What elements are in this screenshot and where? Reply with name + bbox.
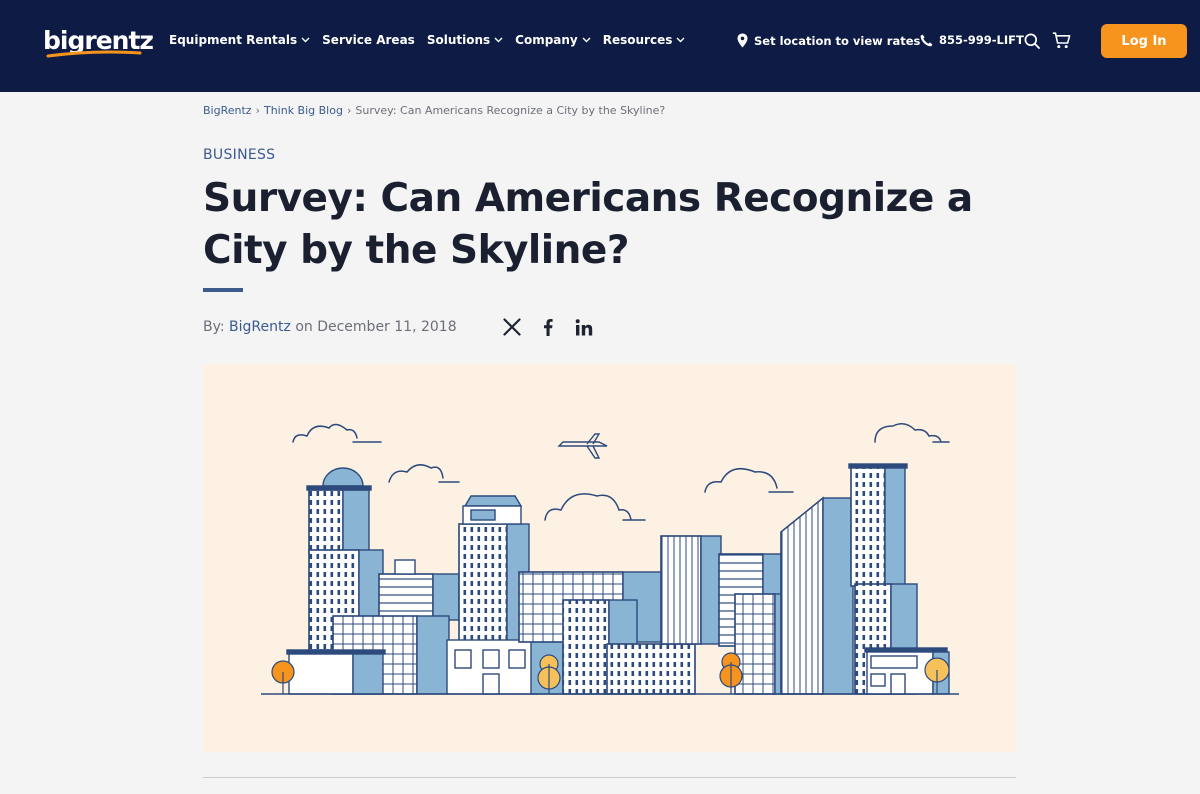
airplane-icon (557, 433, 608, 459)
share-x-button[interactable] (503, 318, 521, 336)
site-header: bigrentz Equipment Rentals Service Areas… (0, 0, 1200, 92)
main-nav: Equipment Rentals Service Areas Solution… (169, 33, 697, 47)
location-text: Set location to view rates (754, 33, 921, 48)
nav-resources[interactable]: Resources (603, 33, 686, 47)
x-icon (503, 318, 521, 336)
chevron-down-icon (301, 37, 310, 43)
breadcrumb: BigRentz › Think Big Blog › Survey: Can Amer… (203, 104, 665, 117)
set-location-link[interactable]: Set location to view rates (737, 33, 920, 48)
publish-date: December 11, 2018 (317, 319, 457, 335)
phone-icon (920, 34, 933, 46)
date-prefix: on (295, 319, 313, 335)
nav-label: Service Areas (322, 33, 415, 47)
breadcrumb-separator: › (346, 104, 352, 117)
hero-image (203, 364, 1016, 752)
byline-prefix: By: (203, 319, 225, 335)
breadcrumb-separator: › (255, 104, 260, 117)
chevron-down-icon (582, 37, 591, 43)
share-linkedin-button[interactable] (575, 318, 593, 336)
breadcrumb-blog-link[interactable]: Think Big Blog (264, 104, 343, 117)
share-buttons (503, 318, 593, 336)
linkedin-icon (575, 318, 593, 335)
title-divider (203, 288, 243, 292)
breadcrumb-current: Survey: Can Americans Recognize a City b… (355, 104, 666, 117)
buildings (286, 463, 950, 695)
nav-company[interactable]: Company (515, 33, 591, 47)
share-facebook-button[interactable] (543, 318, 553, 336)
nav-equipment-rentals[interactable]: Equipment Rentals (169, 33, 310, 47)
phone-link[interactable]: 855-999-LIFT (920, 33, 1024, 47)
logo-swoosh-icon (46, 50, 142, 58)
nav-service-areas[interactable]: Service Areas (322, 33, 415, 47)
cart-icon[interactable] (1052, 32, 1071, 49)
content-divider (203, 777, 1016, 778)
facebook-icon (544, 319, 553, 336)
breadcrumb-home-link[interactable]: BigRentz (203, 104, 252, 117)
article-byline: By: BigRentz on December 11, 2018 (203, 319, 457, 335)
article-title: Survey: Can Americans Recognize a City b… (203, 176, 973, 273)
phone-number: 855-999-LIFT (939, 33, 1024, 47)
chevron-down-icon (676, 37, 685, 43)
map-pin-icon (737, 33, 748, 48)
author-link[interactable]: BigRentz (229, 319, 291, 335)
article-category-link[interactable]: BUSINESS (203, 147, 275, 163)
city-skyline-illustration (261, 423, 959, 695)
nav-label: Solutions (426, 33, 491, 47)
login-button[interactable]: Log In (1101, 24, 1187, 58)
nav-label: Company (515, 33, 578, 47)
nav-solutions[interactable]: Solutions (427, 33, 503, 47)
chevron-down-icon (494, 37, 503, 43)
nav-label: Resources (602, 33, 673, 47)
nav-label: Equipment Rentals (169, 33, 298, 47)
search-icon[interactable] (1024, 33, 1040, 49)
